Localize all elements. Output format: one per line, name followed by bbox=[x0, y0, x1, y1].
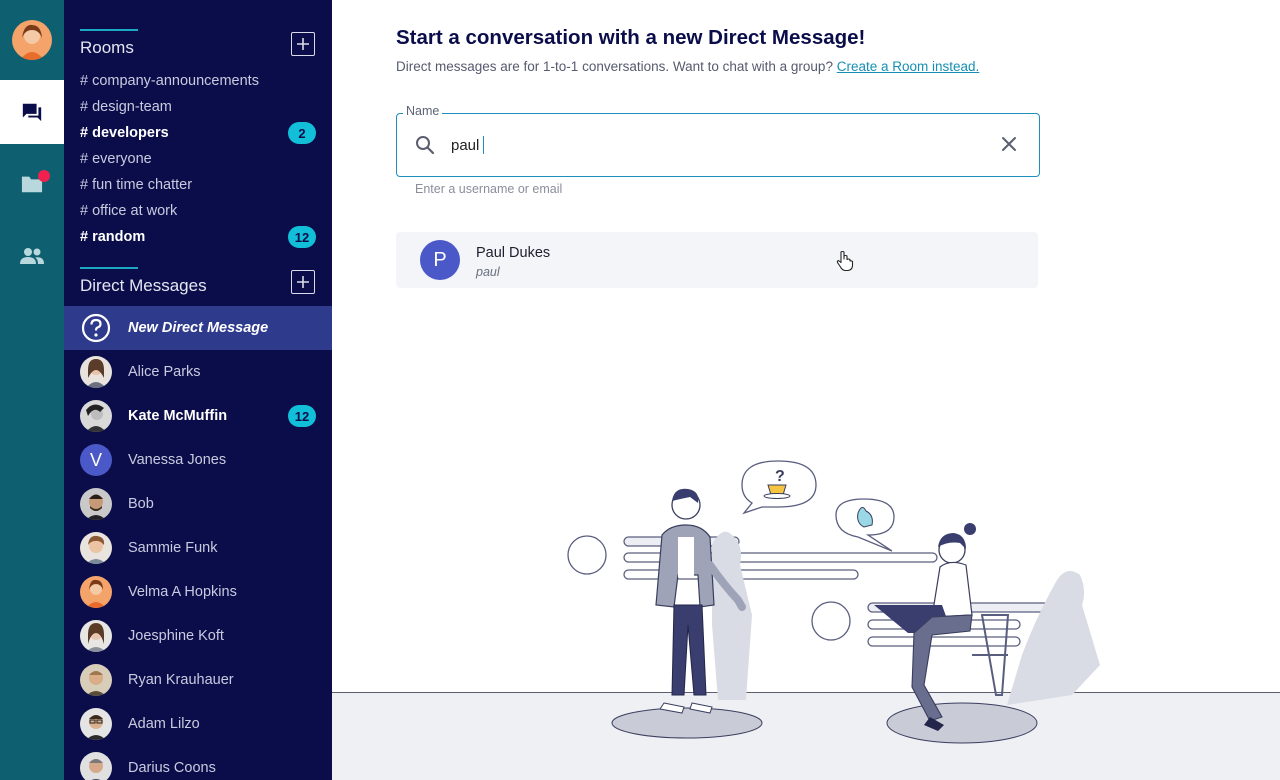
notification-dot bbox=[38, 170, 50, 182]
avatar bbox=[80, 752, 112, 780]
name-field[interactable]: Name bbox=[396, 104, 1040, 177]
sidebar: Rooms # company-announcements # design-t… bbox=[64, 0, 332, 780]
clear-icon[interactable] bbox=[1001, 136, 1017, 152]
dm-kate-mcmuffin[interactable]: Kate McMuffin 12 bbox=[64, 394, 332, 438]
room-developers[interactable]: # developers 2 bbox=[80, 120, 316, 146]
room-office-at-work[interactable]: # office at work bbox=[80, 198, 316, 224]
dm-title: Direct Messages bbox=[80, 276, 207, 295]
svg-text:?: ? bbox=[775, 468, 785, 485]
dm-alice-parks[interactable]: Alice Parks bbox=[64, 350, 332, 394]
hand-cursor-icon bbox=[836, 250, 854, 272]
avatar bbox=[80, 664, 112, 696]
page-subtitle: Direct messages are for 1-to-1 conversat… bbox=[396, 59, 980, 74]
avatar bbox=[80, 532, 112, 564]
dm-name: New Direct Message bbox=[128, 320, 269, 336]
people-icon bbox=[20, 248, 44, 264]
add-dm-button[interactable] bbox=[291, 270, 315, 294]
dm-bob[interactable]: Bob bbox=[64, 482, 332, 526]
rail-files-button[interactable] bbox=[0, 152, 64, 216]
rail-chat-button[interactable] bbox=[0, 80, 64, 144]
add-room-button[interactable] bbox=[291, 32, 315, 56]
room-random[interactable]: # random 12 bbox=[80, 224, 316, 250]
avatar bbox=[80, 400, 112, 432]
chat-icon bbox=[22, 103, 42, 122]
dm-new-direct-message[interactable]: New Direct Message bbox=[64, 306, 332, 350]
rail-people-button[interactable] bbox=[0, 224, 64, 288]
avatar bbox=[80, 576, 112, 608]
dm-velma-a-hopkins[interactable]: Velma A Hopkins bbox=[64, 570, 332, 614]
text-caret bbox=[483, 136, 484, 154]
room-fun-time-chatter[interactable]: # fun time chatter bbox=[80, 172, 316, 198]
page-title: Start a conversation with a new Direct M… bbox=[396, 26, 866, 49]
plus-icon bbox=[297, 276, 309, 288]
avatar: P bbox=[420, 240, 460, 280]
avatar bbox=[80, 488, 112, 520]
dm-adam-lilzo[interactable]: Adam Lilzo bbox=[64, 702, 332, 746]
avatar bbox=[80, 356, 112, 388]
conversation-illustration: ? bbox=[567, 460, 1100, 744]
dm-sammie-funk[interactable]: Sammie Funk bbox=[64, 526, 332, 570]
dm-ryan-krauhauer[interactable]: Ryan Krauhauer bbox=[64, 658, 332, 702]
avatar bbox=[80, 708, 112, 740]
unread-badge: 12 bbox=[288, 405, 316, 427]
result-username: paul bbox=[476, 265, 500, 279]
app-rail bbox=[0, 0, 64, 780]
help-icon bbox=[80, 312, 112, 344]
plus-icon bbox=[297, 38, 309, 50]
dm-joesphine-koft[interactable]: Joesphine Koft bbox=[64, 614, 332, 658]
search-icon bbox=[416, 136, 435, 155]
name-input[interactable] bbox=[451, 134, 951, 156]
dm-vanessa-jones[interactable]: V Vanessa Jones bbox=[64, 438, 332, 482]
dm-darius-coons[interactable]: Darius Coons bbox=[64, 746, 332, 780]
avatar bbox=[80, 620, 112, 652]
avatar: V bbox=[80, 444, 112, 476]
unread-badge: 12 bbox=[288, 226, 316, 248]
unread-badge: 2 bbox=[288, 122, 316, 144]
create-room-link[interactable]: Create a Room instead. bbox=[837, 59, 980, 74]
search-result-item[interactable]: P Paul Dukes paul bbox=[396, 232, 1038, 288]
room-everyone[interactable]: # everyone bbox=[80, 146, 316, 172]
field-helper-text: Enter a username or email bbox=[415, 182, 563, 196]
room-company-announcements[interactable]: # company-announcements bbox=[80, 68, 316, 94]
rooms-title: Rooms bbox=[80, 38, 134, 57]
rooms-section-rule bbox=[80, 29, 138, 31]
dm-section-rule bbox=[80, 267, 138, 269]
result-name: Paul Dukes bbox=[476, 245, 551, 261]
user-avatar[interactable] bbox=[12, 20, 52, 60]
room-design-team[interactable]: # design-team bbox=[80, 94, 316, 120]
field-label: Name bbox=[403, 104, 443, 118]
main-panel: Start a conversation with a new Direct M… bbox=[332, 0, 1280, 780]
